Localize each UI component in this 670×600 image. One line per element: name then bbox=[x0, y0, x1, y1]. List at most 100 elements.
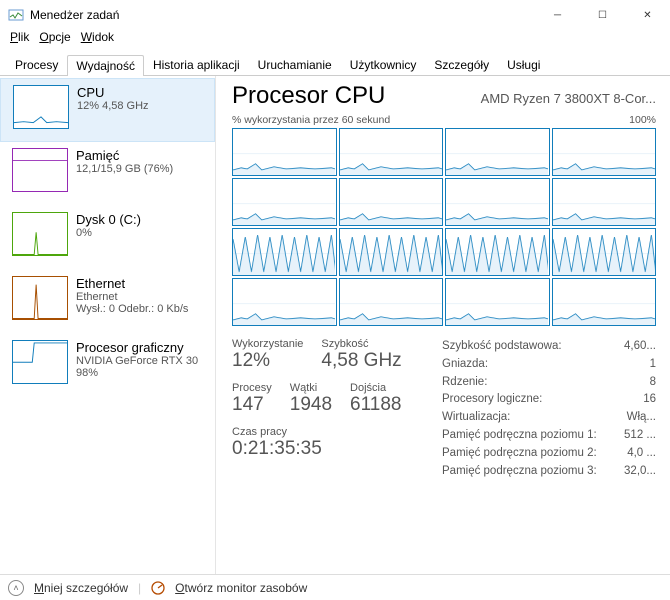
memory-thumb bbox=[12, 148, 68, 192]
core-cell-6 bbox=[445, 178, 550, 226]
thread-label: Wątki bbox=[290, 382, 332, 394]
stat-val: 512 ... bbox=[624, 427, 656, 445]
stat-val: 32,0... bbox=[624, 463, 656, 481]
core-cell-13 bbox=[339, 278, 444, 326]
core-cell-11 bbox=[552, 228, 657, 276]
stat-right-row: Procesory logiczne: 16 bbox=[442, 391, 656, 409]
core-cell-2 bbox=[445, 128, 550, 176]
stats: Wykorzystanie 12% Szybkość 4,58 GHz Proc… bbox=[232, 338, 656, 481]
tab-processes[interactable]: Procesy bbox=[6, 54, 67, 75]
sidebar-gpu-sub: NVIDIA GeForce RTX 30 bbox=[76, 355, 198, 367]
tab-performance[interactable]: Wydajność bbox=[67, 55, 144, 76]
maximize-button[interactable]: ☐ bbox=[580, 0, 625, 30]
close-button[interactable]: ✕ bbox=[625, 0, 670, 30]
cpu-thumb bbox=[13, 85, 69, 129]
stat-key: Gniazda: bbox=[442, 356, 488, 374]
sidebar-eth-sub: Ethernet bbox=[76, 291, 188, 303]
sidebar: CPU 12% 4,58 GHz Pamięć 12,1/15,9 GB (76… bbox=[0, 76, 216, 574]
main-header: Procesor CPU AMD Ryzen 7 3800XT 8-Cor... bbox=[232, 82, 656, 110]
stats-left: Wykorzystanie 12% Szybkość 4,58 GHz Proc… bbox=[232, 338, 422, 481]
stat-right-row: Pamięć podręczna poziomu 3: 32,0... bbox=[442, 463, 656, 481]
uptime-label: Czas pracy bbox=[232, 426, 422, 438]
gpu-thumb bbox=[12, 340, 68, 384]
sidebar-item-ethernet[interactable]: Ethernet Ethernet Wysł.: 0 Odebr.: 0 Kb/… bbox=[0, 270, 215, 334]
sidebar-cpu-sub: 12% 4,58 GHz bbox=[77, 100, 149, 112]
page-title: Procesor CPU bbox=[232, 82, 385, 110]
cpu-model: AMD Ryzen 7 3800XT 8-Cor... bbox=[481, 91, 656, 106]
sidebar-eth-name: Ethernet bbox=[76, 276, 188, 291]
minimize-button[interactable]: ─ bbox=[535, 0, 580, 30]
core-cell-14 bbox=[445, 278, 550, 326]
stat-val: 4,60... bbox=[624, 338, 656, 356]
chevron-up-icon[interactable]: ˄ bbox=[8, 580, 24, 596]
handle-label: Dojścia bbox=[350, 382, 401, 394]
stat-right-row: Pamięć podręczna poziomu 2:4,0 ... bbox=[442, 445, 656, 463]
sidebar-item-disk[interactable]: Dysk 0 (C:) 0% bbox=[0, 206, 215, 270]
menu-view[interactable]: Widok bbox=[77, 30, 118, 50]
main-panel: Procesor CPU AMD Ryzen 7 3800XT 8-Cor...… bbox=[216, 76, 670, 574]
core-grid bbox=[232, 128, 656, 326]
thread-value: 1948 bbox=[290, 394, 332, 416]
tab-bar: Procesy Wydajność Historia aplikacji Uru… bbox=[0, 50, 670, 76]
core-cell-15 bbox=[552, 278, 657, 326]
core-cell-12 bbox=[232, 278, 337, 326]
sidebar-disk-sub: 0% bbox=[76, 227, 141, 239]
menubar: Plik Opcje Widok bbox=[0, 30, 670, 50]
sidebar-item-gpu[interactable]: Procesor graficzny NVIDIA GeForce RTX 30… bbox=[0, 334, 215, 398]
content: CPU 12% 4,58 GHz Pamięć 12,1/15,9 GB (76… bbox=[0, 76, 670, 574]
sidebar-memory-name: Pamięć bbox=[76, 148, 173, 163]
stat-right-row: Rdzenie:8 bbox=[442, 374, 656, 392]
sidebar-eth-sub2: Wysł.: 0 Odebr.: 0 Kb/s bbox=[76, 303, 188, 315]
stat-right-row: Szybkość podstawowa: 4,60... bbox=[442, 338, 656, 356]
speed-value: 4,58 GHz bbox=[321, 350, 401, 372]
stat-val: Włą... bbox=[627, 409, 656, 427]
stat-key: Pamięć podręczna poziomu 2: bbox=[442, 445, 597, 463]
tab-app-history[interactable]: Historia aplikacji bbox=[144, 54, 249, 75]
sidebar-item-memory[interactable]: Pamięć 12,1/15,9 GB (76%) bbox=[0, 142, 215, 206]
stat-key: Szybkość podstawowa: bbox=[442, 338, 562, 356]
core-cell-3 bbox=[552, 128, 657, 176]
tab-services[interactable]: Usługi bbox=[498, 54, 549, 75]
stat-key: Pamięć podręczna poziomu 1: bbox=[442, 427, 597, 445]
menu-options[interactable]: Opcje bbox=[35, 30, 74, 50]
core-cell-7 bbox=[552, 178, 657, 226]
stats-right: Szybkość podstawowa:4,60...Gniazda:1Rdze… bbox=[422, 338, 656, 481]
core-cell-8 bbox=[232, 228, 337, 276]
stat-val: 1 bbox=[650, 356, 656, 374]
stat-key: Wirtualizacja: bbox=[442, 409, 510, 427]
app-icon bbox=[8, 7, 24, 23]
stat-val: 16 bbox=[643, 391, 656, 409]
fewer-details-link[interactable]: Mniej szczegółów bbox=[34, 581, 128, 595]
menu-file[interactable]: Plik bbox=[6, 30, 33, 50]
sidebar-gpu-name: Procesor graficzny bbox=[76, 340, 198, 355]
sidebar-memory-sub: 12,1/15,9 GB (76%) bbox=[76, 163, 173, 175]
core-cell-0 bbox=[232, 128, 337, 176]
titlebar: Menedżer zadań ─ ☐ ✕ bbox=[0, 0, 670, 30]
window-title: Menedżer zadań bbox=[30, 8, 119, 22]
sidebar-disk-name: Dysk 0 (C:) bbox=[76, 212, 141, 227]
tab-startup[interactable]: Uruchamianie bbox=[249, 54, 341, 75]
resmon-icon bbox=[151, 581, 165, 595]
tab-users[interactable]: Użytkownicy bbox=[341, 54, 426, 75]
chart-caption-right: 100% bbox=[629, 114, 656, 126]
sidebar-item-cpu[interactable]: CPU 12% 4,58 GHz bbox=[0, 78, 215, 142]
window-controls: ─ ☐ ✕ bbox=[535, 0, 670, 30]
sidebar-gpu-sub2: 98% bbox=[76, 367, 198, 379]
footer: ˄ Mniej szczegółów | Otwórz monitor zaso… bbox=[0, 574, 670, 600]
ethernet-thumb bbox=[12, 276, 68, 320]
stat-right-row: Gniazda: 1 bbox=[442, 356, 656, 374]
tab-details[interactable]: Szczegóły bbox=[425, 54, 498, 75]
stat-key: Rdzenie: bbox=[442, 374, 487, 392]
sidebar-cpu-name: CPU bbox=[77, 85, 149, 100]
handle-value: 61188 bbox=[350, 394, 401, 416]
open-resmon-link[interactable]: Otwórz monitor zasobów bbox=[175, 581, 307, 595]
util-label: Wykorzystanie bbox=[232, 338, 303, 350]
chart-caption-left: % wykorzystania przez 60 sekund bbox=[232, 114, 390, 126]
chart-caption: % wykorzystania przez 60 sekund 100% bbox=[232, 114, 656, 126]
core-cell-1 bbox=[339, 128, 444, 176]
core-cell-4 bbox=[232, 178, 337, 226]
footer-separator: | bbox=[138, 581, 141, 595]
stat-key: Procesory logiczne: bbox=[442, 391, 542, 409]
disk-thumb bbox=[12, 212, 68, 256]
stat-key: Pamięć podręczna poziomu 3: bbox=[442, 463, 597, 481]
